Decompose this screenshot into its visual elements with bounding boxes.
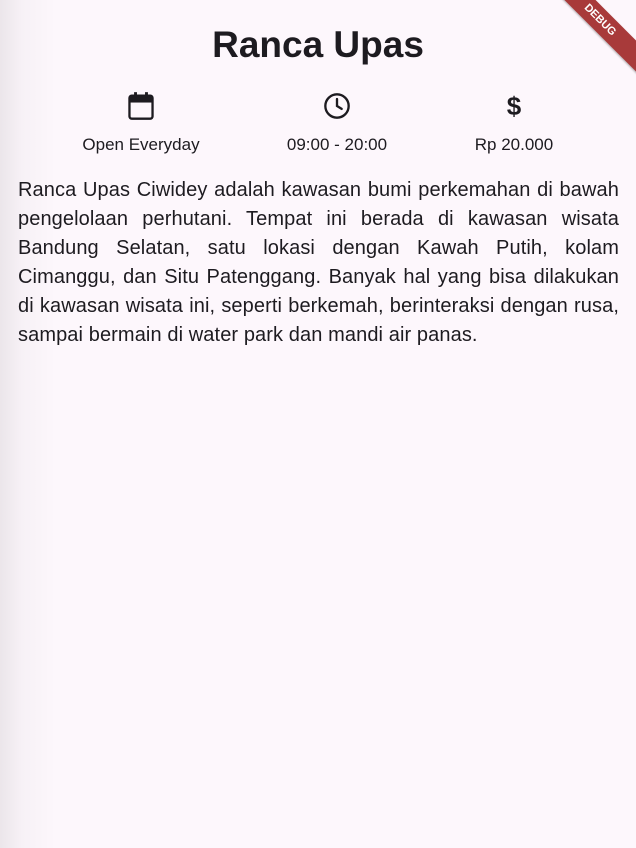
calendar-icon — [125, 90, 157, 122]
info-hours-label: 09:00 - 20:00 — [286, 135, 388, 154]
description-text: Ranca Upas Ciwidey adalah kawasan bumi p… — [18, 179, 619, 346]
info-price: $ Rp 20.000 — [414, 90, 614, 156]
info-hours: 09:00 - 20:00 — [237, 90, 437, 156]
page-title: Ranca Upas — [212, 24, 424, 65]
info-open-days: Open Everyday — [41, 90, 241, 156]
clock-icon — [321, 90, 353, 122]
dollar-icon: $ — [506, 91, 522, 121]
info-open-days-label: Open Everyday — [82, 135, 200, 154]
info-row: Open Everyday 09:00 - 20:00 $ Rp 20.000 — [0, 90, 636, 160]
info-price-label: Rp 20.000 — [474, 135, 554, 154]
